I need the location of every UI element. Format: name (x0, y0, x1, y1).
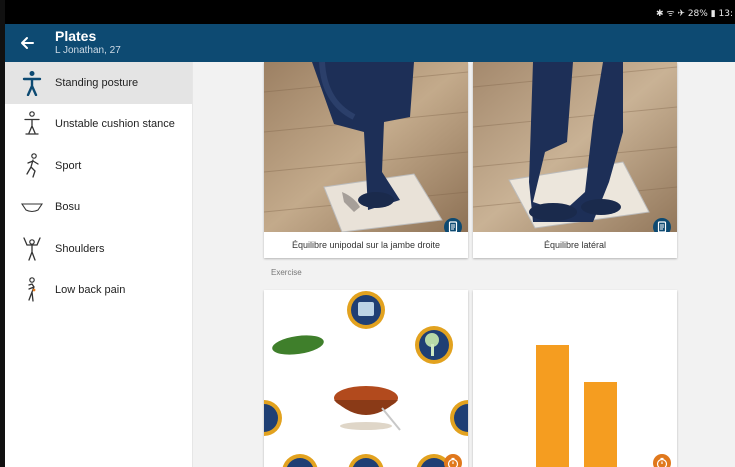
chart-bar-2 (584, 382, 617, 467)
sidebar-item-label: Shoulders (55, 242, 105, 255)
arrow-left-icon (21, 37, 34, 49)
timer-badge-button[interactable] (653, 454, 671, 467)
food-circles-illustration (264, 290, 468, 467)
page-title: Plates (55, 28, 97, 44)
status-bar: ✱ ᯤ ✈ 28% ▮ 13: (5, 0, 735, 24)
single-leg-balance-photo (264, 62, 468, 232)
lateral-balance-photo (473, 62, 677, 232)
shoulders-figure-icon (21, 236, 43, 262)
back-pain-figure-icon (21, 277, 43, 303)
sidebar-item-sport[interactable]: Sport (5, 145, 192, 187)
bar-chart (536, 345, 617, 467)
timer-badge-button[interactable] (444, 454, 462, 467)
cushion-stance-icon (21, 111, 43, 137)
sidebar-item-bosu[interactable]: Bosu (5, 187, 192, 229)
timer-icon (656, 457, 668, 467)
patient-subtitle: L Jonathan, 27 (55, 45, 121, 56)
app-bar: Plates L Jonathan, 27 (5, 24, 735, 62)
standing-figure-icon (21, 70, 43, 96)
sidebar-item-label: Unstable cushion stance (55, 118, 175, 131)
exercise-card-single-leg-balance[interactable]: Équilibre unipodal sur la jambe droite (264, 62, 468, 258)
bosu-icon (21, 194, 43, 220)
sidebar-item-label: Sport (55, 159, 82, 172)
sidebar-item-unstable-cushion-stance[interactable]: Unstable cushion stance (5, 104, 192, 146)
exercise-card-chart[interactable] (473, 290, 677, 467)
sidebar-item-low-back-pain[interactable]: Low back pain (5, 270, 192, 312)
status-indicators: ✱ ᯤ ✈ 28% ▮ 13: (655, 9, 733, 19)
left-edge (0, 0, 5, 467)
exercise-card-lateral-balance[interactable]: Équilibre latéral (473, 62, 677, 258)
chart-bar-1 (536, 345, 569, 467)
sidebar-item-standing-posture[interactable]: Standing posture (5, 62, 192, 104)
sidebar-item-shoulders[interactable]: Shoulders (5, 228, 192, 270)
timer-icon (447, 457, 459, 467)
card-caption: Équilibre latéral (473, 232, 677, 258)
exercise-card-food-game[interactable] (264, 290, 468, 467)
card-caption: Équilibre unipodal sur la jambe droite (264, 232, 468, 258)
sidebar-item-label: Standing posture (55, 76, 139, 89)
main-content: Équilibre unipodal sur la jambe droite É… (193, 62, 735, 467)
section-label-exercise: Exercise (271, 268, 302, 277)
sidebar-item-label: Bosu (55, 201, 81, 214)
running-figure-icon (21, 152, 43, 179)
sidebar-item-label: Low back pain (55, 284, 126, 297)
sidebar: Standing posture Unstable cushion stance… (5, 62, 193, 467)
back-button[interactable] (17, 33, 37, 53)
